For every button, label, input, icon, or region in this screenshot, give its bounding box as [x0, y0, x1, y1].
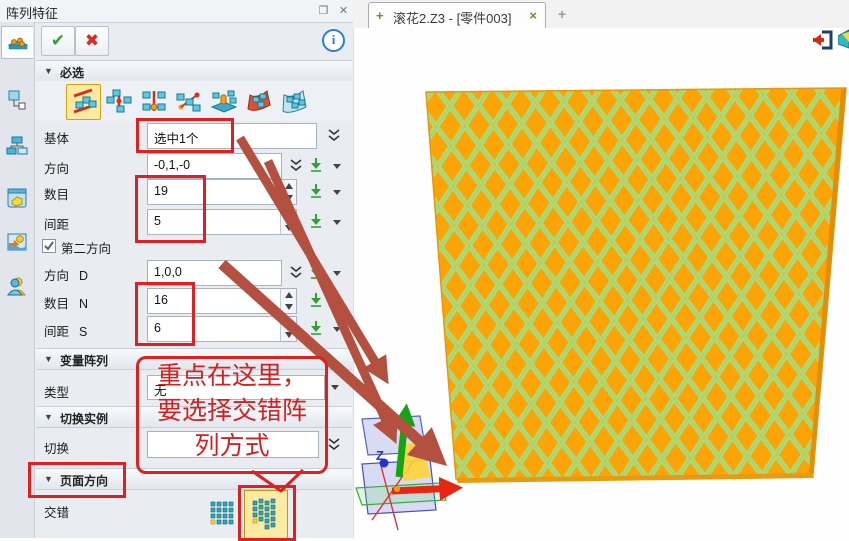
derive-tab-icon[interactable]	[1, 84, 32, 115]
direction2-label: 方向D	[44, 265, 88, 284]
count2-spinner[interactable]	[280, 289, 296, 313]
count-spinner[interactable]	[280, 180, 296, 204]
solid-view-tab-icon[interactable]	[1, 182, 32, 213]
panel-titlebar: 阵列特征 ❐ ✕	[0, 0, 353, 23]
document-tab-bar: + 滚花2.Z3 - [零件003] × +	[353, 0, 849, 29]
render-image-tab-icon[interactable]	[1, 226, 32, 257]
inherit-value-icon[interactable]	[308, 183, 324, 199]
exit-sketch-icon[interactable]	[812, 30, 834, 50]
view-tool-icon[interactable]	[838, 28, 849, 52]
stagger-label: 交错	[44, 502, 69, 521]
inherit-value-icon[interactable]	[308, 264, 324, 280]
section-variable-pattern-label: 变量阵列	[60, 352, 108, 369]
tab-close-icon[interactable]: ×	[529, 8, 537, 23]
document-tab[interactable]: + 滚花2.Z3 - [零件003] ×	[368, 2, 546, 29]
spacing-input[interactable]: 5	[147, 209, 297, 235]
ok-button[interactable]: ✔	[41, 26, 75, 56]
base-input[interactable]: 选中1个	[147, 123, 317, 149]
inherit-value-icon[interactable]	[308, 292, 324, 308]
history-tree-tab-icon[interactable]	[1, 130, 32, 161]
count-label: 数目	[44, 184, 69, 203]
pattern-feature-tab-icon[interactable]	[1, 26, 33, 59]
base-label: 基体	[44, 128, 69, 147]
chevron-double-down-icon[interactable]	[288, 265, 304, 281]
dropdown-caret-icon[interactable]	[332, 296, 342, 306]
pattern-type-polygon-button[interactable]	[137, 84, 170, 118]
toggle-input[interactable]	[147, 431, 319, 458]
chevron-double-down-icon[interactable]	[326, 128, 342, 144]
direction2-input[interactable]: 1,0,0	[147, 260, 282, 286]
pattern-type-row	[36, 81, 352, 121]
chevron-double-down-icon[interactable]	[326, 437, 342, 453]
pattern-type-at-pattern-button[interactable]	[207, 84, 240, 118]
info-button[interactable]: i	[322, 29, 345, 52]
cancel-button[interactable]: ✖	[75, 26, 109, 56]
section-page-direction[interactable]: ▼ 页面方向	[36, 468, 352, 490]
tab-title: 滚花2.Z3 - [零件003]	[393, 8, 511, 27]
dropdown-caret-icon[interactable]	[332, 268, 342, 278]
type-label: 类型	[44, 382, 69, 401]
pattern-type-point-button[interactable]	[172, 84, 205, 118]
inherit-value-icon[interactable]	[308, 213, 324, 229]
new-tab-button[interactable]: +	[558, 6, 566, 22]
spacing2-label: 间距S	[44, 321, 87, 340]
dropdown-caret-icon[interactable]	[332, 217, 342, 227]
dropdown-caret-icon[interactable]	[330, 382, 340, 392]
section-toggle-instance[interactable]: ▼ 切换实例	[36, 406, 352, 428]
count2-input[interactable]: 16	[147, 288, 297, 314]
section-variable-pattern[interactable]: ▼ 变量阵列	[36, 348, 352, 370]
spacing2-input[interactable]: 6	[147, 316, 297, 342]
pattern-type-at-curve-button[interactable]	[277, 84, 310, 118]
section-required-label: 必选	[60, 64, 84, 81]
dropdown-caret-icon[interactable]	[332, 187, 342, 197]
pattern-type-circular-button[interactable]	[102, 84, 135, 118]
dropdown-caret-icon[interactable]	[332, 324, 342, 334]
stagger-on-button[interactable]	[244, 490, 288, 540]
section-toggle-instance-label: 切换实例	[60, 410, 108, 427]
direction-input[interactable]: -0,1,-0	[147, 153, 282, 179]
collapse-triangle-icon: ▼	[44, 412, 53, 422]
second-direction-checkbox[interactable]	[42, 239, 56, 253]
panel-title: 阵列特征	[6, 3, 58, 22]
direction-label: 方向	[44, 158, 69, 177]
user-role-tab-icon[interactable]	[1, 270, 32, 301]
count2-label: 数目N	[44, 293, 88, 312]
pattern-type-at-face-button[interactable]	[242, 84, 275, 118]
collapse-triangle-icon: ▼	[44, 66, 53, 76]
toggle-label: 切换	[44, 438, 69, 457]
panel-close-icon[interactable]: ✕	[336, 4, 351, 19]
spacing-label: 间距	[44, 214, 69, 233]
pattern-feature-panel: 阵列特征 ❐ ✕ ✔ ✖ i ▼ 必选	[0, 0, 354, 538]
side-icon-strip	[0, 22, 35, 538]
inherit-value-icon[interactable]	[308, 157, 324, 173]
viewport-canvas[interactable]	[354, 28, 849, 538]
dropdown-caret-icon[interactable]	[332, 161, 342, 171]
type-select[interactable]: 无	[147, 375, 325, 400]
collapse-triangle-icon: ▼	[44, 354, 53, 364]
panel-restore-icon[interactable]: ❐	[316, 4, 331, 19]
collapse-triangle-icon: ▼	[44, 474, 53, 484]
stagger-off-button[interactable]	[208, 497, 238, 531]
spacing-spinner[interactable]	[280, 210, 296, 234]
chevron-double-down-icon[interactable]	[288, 158, 304, 174]
tab-file-icon: +	[376, 8, 384, 23]
count-input[interactable]: 19	[147, 179, 297, 205]
inherit-value-icon[interactable]	[308, 320, 324, 336]
section-page-direction-label: 页面方向	[60, 472, 108, 489]
second-direction-label: 第二方向	[61, 238, 111, 257]
spacing2-spinner[interactable]	[280, 317, 296, 341]
section-required[interactable]: ▼ 必选	[36, 60, 352, 82]
pattern-type-linear-button[interactable]	[66, 84, 101, 120]
